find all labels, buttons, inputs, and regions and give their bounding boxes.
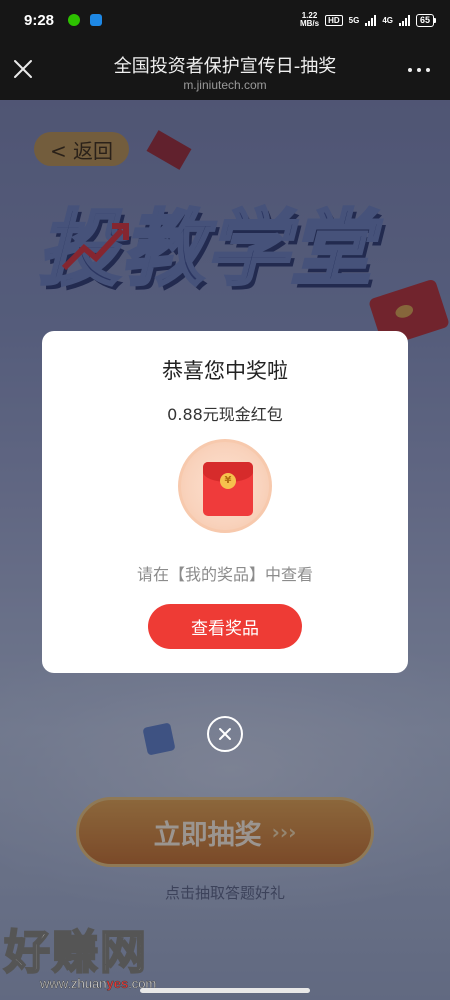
prize-image: ¥: [178, 439, 272, 533]
screen: 9:28 1.22 MB/s HD 5G 4G 65 全国投资者保护宣传日-抽奖…: [0, 0, 450, 1000]
net-5g-label: 5G: [348, 15, 360, 25]
battery-icon: 65: [415, 13, 437, 27]
status-app-icons: [68, 14, 103, 26]
page-title: 全国投资者保护宣传日-抽奖: [113, 56, 337, 77]
speed-unit: MB/s: [299, 19, 320, 28]
app-notification-icon: [90, 14, 103, 26]
watermark-text: 好赚网: [3, 924, 148, 980]
home-indicator[interactable]: [140, 988, 310, 993]
modal-hint: 请在【我的奖品】中查看: [136, 565, 313, 584]
signal-icon: [365, 14, 377, 26]
wechat-icon: [68, 14, 81, 26]
status-bar: 9:28 1.22 MB/s HD 5G 4G 65: [0, 0, 450, 40]
close-icon: [219, 728, 231, 740]
close-icon[interactable]: [10, 56, 36, 82]
page-url: m.jiniutech.com: [183, 78, 267, 92]
close-modal-button[interactable]: [207, 716, 243, 752]
coin-icon: ¥: [220, 473, 236, 489]
network-speed: 1.22 MB/s: [300, 12, 319, 28]
status-time: 9:28: [24, 11, 55, 29]
view-prize-button[interactable]: 查看奖品: [148, 604, 302, 649]
net-4g-label: 4G: [382, 15, 393, 25]
watermark-logo: 好赚网 www.zhuanyes.com: [3, 916, 194, 996]
modal-title: 恭喜您中奖啦: [162, 359, 288, 383]
status-right: 1.22 MB/s HD 5G 4G 65: [300, 12, 437, 28]
title-bar: 全国投资者保护宣传日-抽奖 m.jiniutech.com: [0, 40, 450, 100]
prize-modal: 恭喜您中奖啦 0.88元现金红包 ¥ 请在【我的奖品】中查看 查看奖品: [42, 331, 408, 673]
hd-tag: HD: [325, 14, 343, 26]
prize-amount: 0.88元现金红包: [167, 405, 283, 424]
red-envelope-icon: ¥: [203, 462, 253, 516]
signal-icon-2: [398, 14, 410, 26]
more-icon[interactable]: [408, 68, 430, 72]
